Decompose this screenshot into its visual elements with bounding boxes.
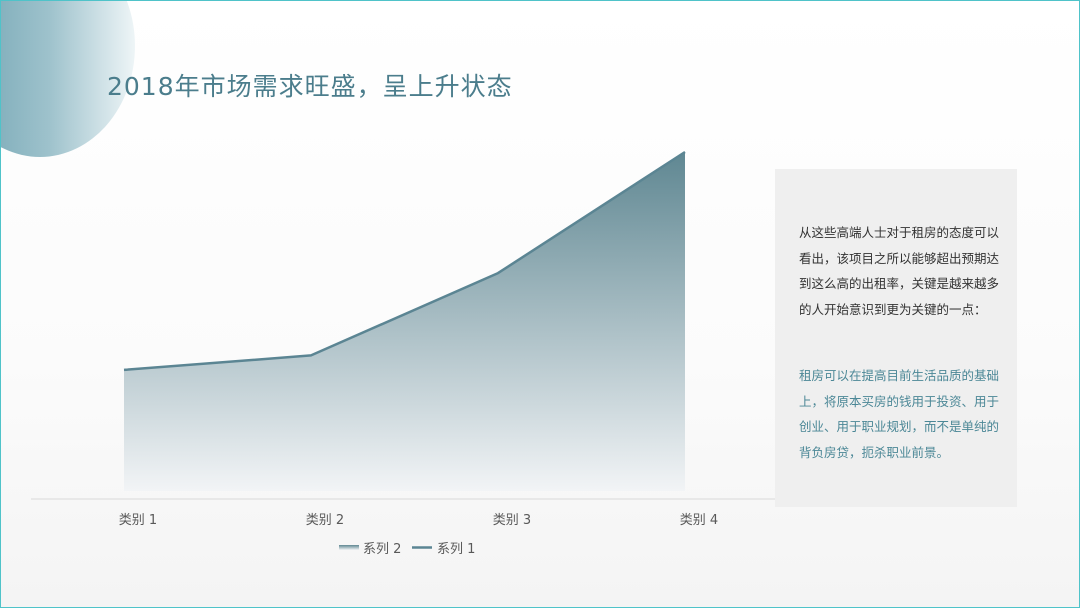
- x-tick-label: 类别 4: [680, 513, 718, 528]
- legend-label-series-1: 系列 1: [437, 542, 475, 557]
- x-tick-label: 类别 3: [493, 513, 531, 528]
- side-paragraph-2: 租房可以在提高目前生活品质的基础上，将原本买房的钱用于投资、用于创业、用于职业规…: [799, 368, 1000, 460]
- legend-swatch-series-2: [339, 545, 359, 550]
- x-tick-label: 类别 1: [119, 513, 157, 528]
- slide: 2018年市场需求旺盛，呈上升状态 类别 1 类别 2 类别 3 类别 4 系列 2 …: [0, 0, 1080, 608]
- series-2-area: [124, 152, 685, 491]
- side-paragraph-1: 从这些高端人士对于租房的态度可以看出，该项目之所以能够超出预期达到这么高的出租率…: [799, 225, 1000, 317]
- legend-label-series-2: 系列 2: [363, 542, 401, 557]
- x-tick-label: 类别 2: [306, 513, 344, 528]
- chart-legend: 系列 2 系列 1: [339, 542, 475, 557]
